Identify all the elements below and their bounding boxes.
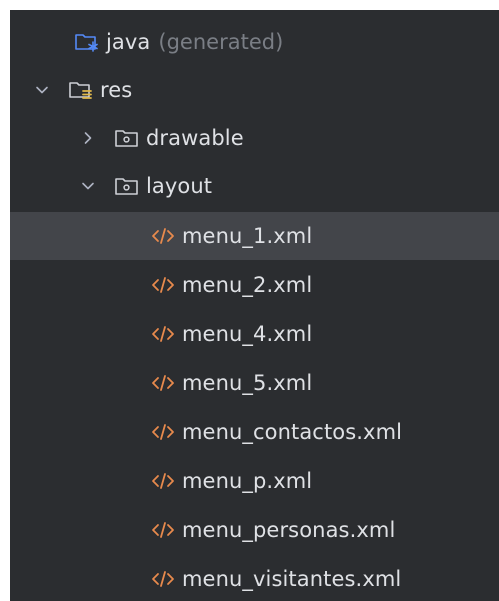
- xml-file-icon: [150, 519, 176, 541]
- package-folder-icon: [114, 175, 140, 197]
- tree-item-layout[interactable]: layout: [10, 162, 499, 210]
- tree-item-file[interactable]: menu_1.xml: [10, 212, 499, 260]
- tree-item-label: java: [106, 30, 151, 54]
- xml-file-icon: [150, 323, 176, 345]
- xml-file-icon: [150, 470, 176, 492]
- tree-item-file[interactable]: menu_5.xml: [10, 359, 499, 407]
- package-folder-icon: [114, 127, 140, 149]
- xml-file-icon: [150, 372, 176, 394]
- resource-folder-icon: [68, 79, 94, 101]
- file-label: menu_personas.xml: [182, 518, 396, 542]
- tree-item-label: drawable: [146, 126, 244, 150]
- file-label: menu_5.xml: [182, 371, 313, 395]
- tree-item-file[interactable]: menu_contactos.xml: [10, 408, 499, 456]
- tree-item-label: layout: [146, 174, 213, 198]
- xml-file-icon: [150, 274, 176, 296]
- chevron-right-icon[interactable]: [80, 130, 96, 146]
- tree-item-res[interactable]: res: [10, 66, 499, 114]
- file-label: menu_p.xml: [182, 469, 313, 493]
- tree-item-file[interactable]: menu_visitantes.xml: [10, 555, 499, 601]
- file-label: menu_2.xml: [182, 273, 313, 297]
- tree-item-file[interactable]: menu_p.xml: [10, 457, 499, 505]
- xml-file-icon: [150, 225, 176, 247]
- tree-item-file[interactable]: menu_2.xml: [10, 261, 499, 309]
- tree-item-file[interactable]: menu_personas.xml: [10, 506, 499, 554]
- xml-file-icon: [150, 568, 176, 590]
- generated-hint: (generated): [158, 30, 284, 54]
- chevron-down-icon[interactable]: [80, 178, 96, 194]
- tree-item-drawable[interactable]: drawable: [10, 114, 499, 162]
- chevron-down-icon[interactable]: [34, 82, 50, 98]
- tree-item-file[interactable]: menu_4.xml: [10, 310, 499, 358]
- file-label: menu_4.xml: [182, 322, 313, 346]
- tree-item-label: res: [100, 78, 133, 102]
- file-label: menu_contactos.xml: [182, 420, 403, 444]
- project-tree-panel: java (generated) res drawable layout men…: [10, 10, 499, 601]
- file-label: menu_1.xml: [182, 224, 313, 248]
- tree-item-java-generated[interactable]: java (generated): [10, 18, 499, 66]
- generated-source-folder-icon: [74, 31, 100, 53]
- xml-file-icon: [150, 421, 176, 443]
- file-label: menu_visitantes.xml: [182, 567, 402, 591]
